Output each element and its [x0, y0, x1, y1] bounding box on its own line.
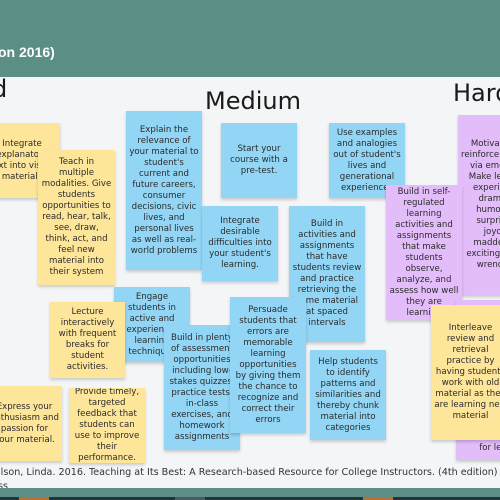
sticky-note[interactable]: Start your course with a pre-test. — [221, 123, 297, 198]
sticky-note[interactable]: Express your enthusiasm and passion for … — [0, 386, 62, 461]
footer-bar — [0, 488, 500, 497]
sticky-note[interactable]: Motivate and reinforce learning via emot… — [458, 115, 500, 295]
board-title: on 2016) — [0, 44, 55, 60]
sticky-note[interactable]: Help students to identify patterns and s… — [310, 350, 386, 440]
sticky-note[interactable]: Explain the relevance of your material t… — [126, 111, 202, 270]
sticky-note[interactable]: Build in self-regulated learning activit… — [386, 185, 462, 320]
sticky-note[interactable]: Teach in multiple modalities. Give stude… — [38, 150, 115, 285]
sticky-note[interactable]: Provide timely, targeted feedback that s… — [69, 388, 145, 463]
sticky-note[interactable]: Lecture interactively with frequent brea… — [50, 302, 125, 378]
column-heading-hard: Hard — [453, 79, 500, 107]
sticky-note[interactable]: Integrate desirable difficulties into yo… — [202, 206, 278, 281]
sticky-note[interactable]: Build in plenty of assessment opportunit… — [164, 325, 240, 450]
citation-text: ilson, Linda. 2016. Teaching at Its Best… — [0, 467, 500, 478]
sticky-note[interactable]: Persuade students that errors are memora… — [230, 297, 306, 433]
citation-text-continued: ss — [0, 481, 8, 488]
column-heading-medium: Medium — [205, 87, 301, 115]
whiteboard-canvas[interactable]: d Medium Hard Integrate explanatory text… — [0, 77, 500, 488]
column-heading-easy: d — [0, 77, 7, 103]
sticky-note[interactable]: Interleave review and retrieval practice… — [431, 305, 500, 440]
header-bar: on 2016) — [0, 0, 500, 77]
